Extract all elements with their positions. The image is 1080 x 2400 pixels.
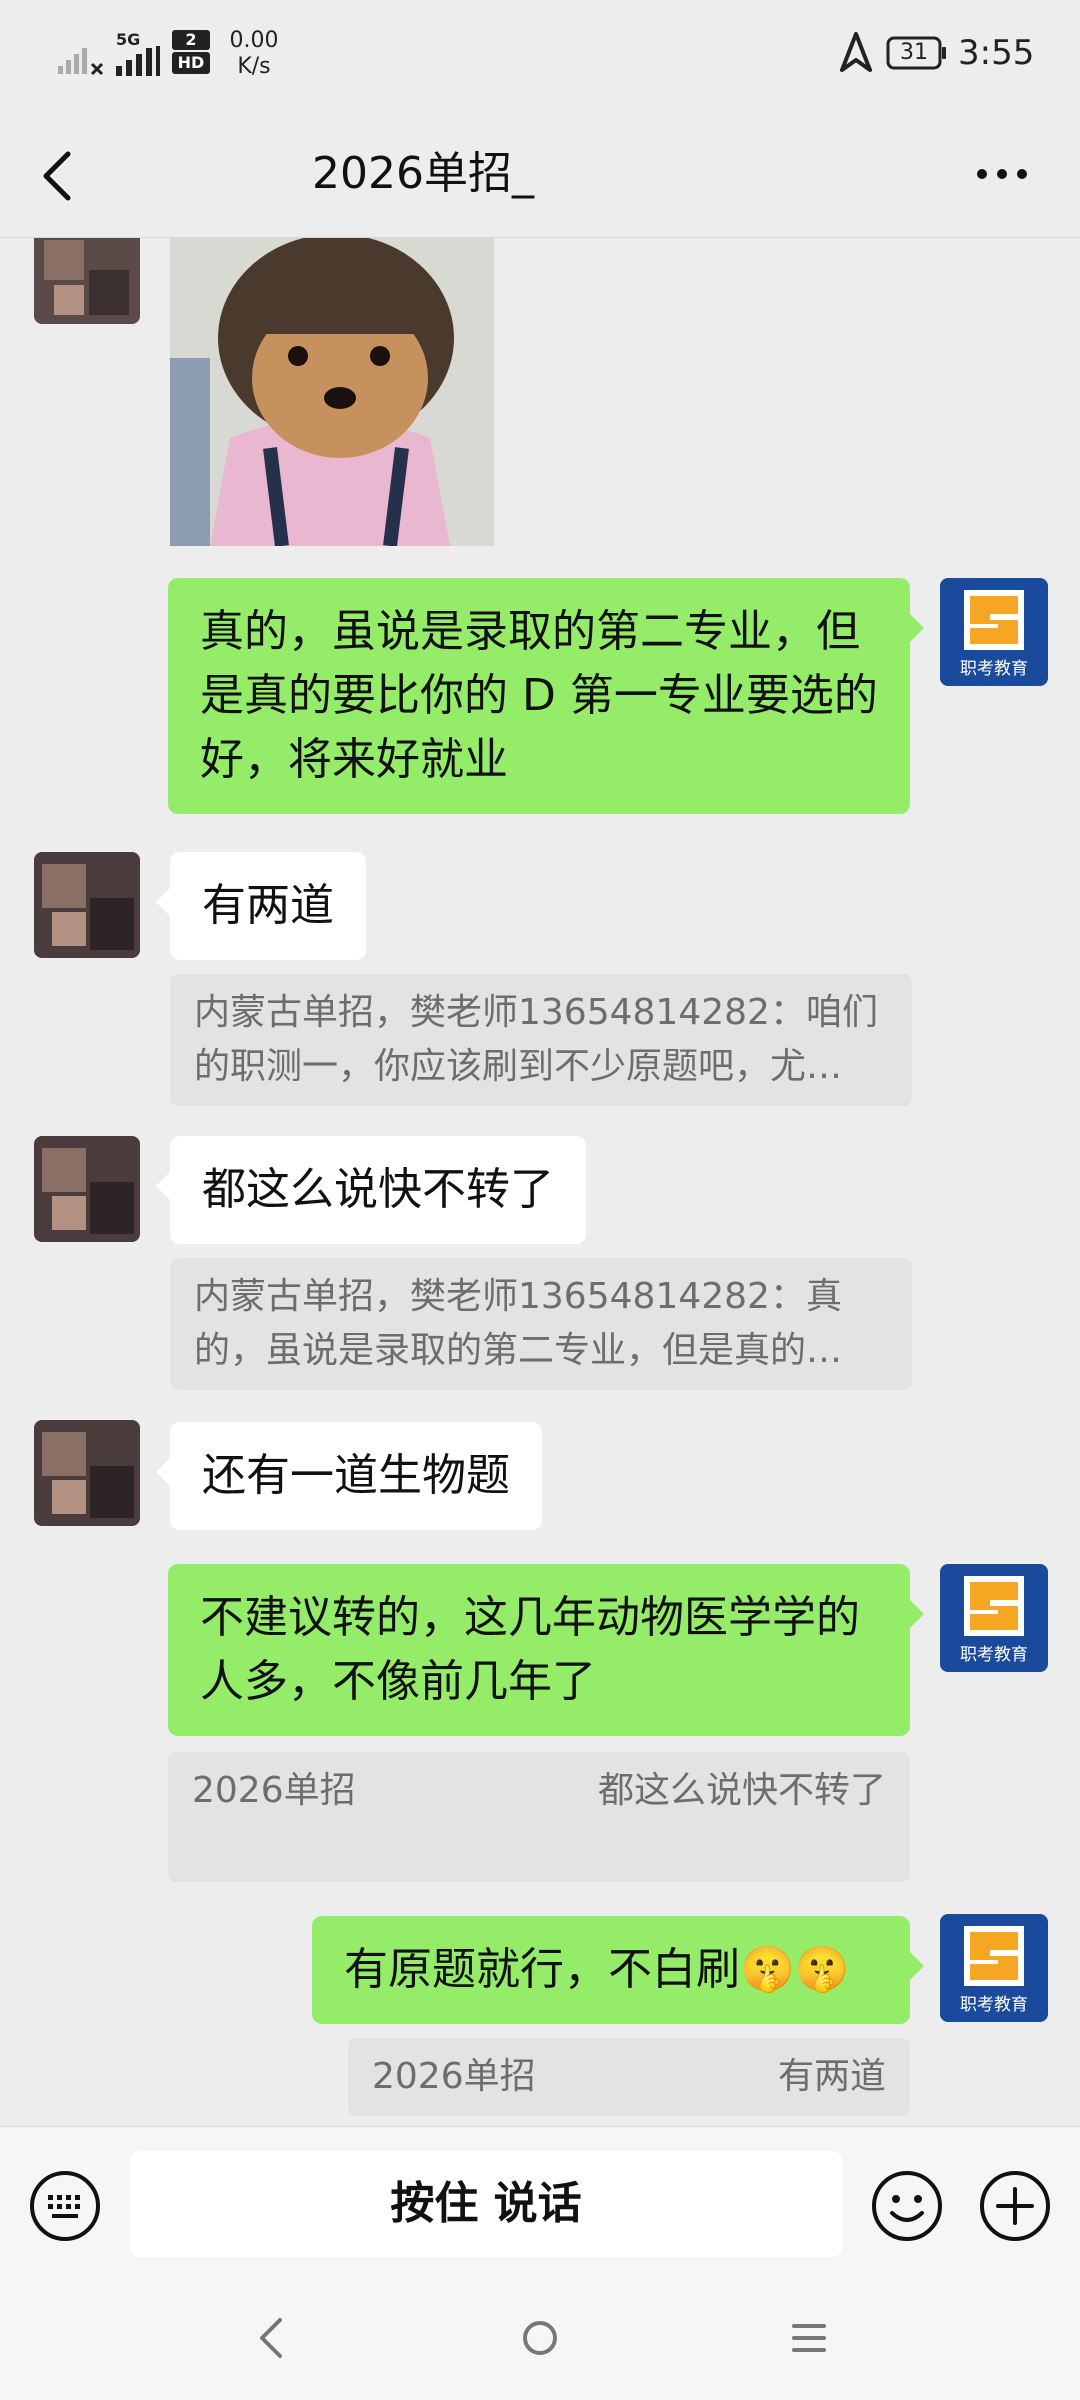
signal-disabled-icon	[58, 48, 104, 76]
message-text: 还有一道生物题	[202, 1450, 510, 1501]
hd-badge: 2 HD	[172, 30, 210, 74]
self-avatar[interactable]: 职考教育	[940, 578, 1048, 686]
emoji-icon[interactable]	[870, 2169, 944, 2243]
contact-avatar[interactable]	[34, 1136, 140, 1242]
quote-text: 都这么说快不转了	[597, 1770, 886, 1811]
message-bubble-other[interactable]: 都这么说快不转了	[156, 1136, 586, 1244]
contact-avatar[interactable]	[34, 852, 140, 958]
quote-text: 内蒙古单招，樊老师13654814282：咱们的职测一，你应该刷到不少原题吧，尤…	[194, 992, 878, 1087]
contact-avatar[interactable]	[34, 1420, 140, 1526]
message-bubble-self[interactable]: 有原题就行，不白刷🤫🤫	[312, 1916, 924, 2024]
plus-icon[interactable]	[978, 2169, 1052, 2243]
more-options-icon[interactable]	[974, 166, 1030, 182]
system-back-icon[interactable]	[256, 2316, 286, 2360]
dog-sticker-image[interactable]	[170, 238, 494, 546]
message-text: 有原题就行，不白刷🤫🤫	[344, 1944, 850, 1995]
network-speed: 0.00 K/s	[224, 28, 284, 80]
quote-sender: 2026单招	[192, 1770, 356, 1811]
input-bar: 按住 说话	[0, 2126, 1080, 2276]
message-bubble-other[interactable]: 还有一道生物题	[156, 1422, 542, 1530]
speed-value: 0.00	[229, 28, 279, 53]
quoted-message[interactable]: 2026单招 有两道	[348, 2038, 910, 2116]
system-home-icon[interactable]	[522, 2320, 558, 2356]
message-text: 不建议转的，这几年动物医学学的人多，不像前几年了	[200, 1592, 860, 1707]
clock: 3:55	[958, 33, 1035, 73]
message-bubble-self[interactable]: 不建议转的，这几年动物医学学的人多，不像前几年了	[168, 1564, 924, 1736]
signal-5g-icon: 5G	[114, 30, 162, 76]
logo-text: 职考教育	[960, 1995, 1028, 2015]
hold-to-talk-button[interactable]: 按住 说话	[130, 2151, 842, 2257]
battery-icon: 31	[886, 36, 948, 70]
message-bubble-other[interactable]: 有两道	[156, 852, 366, 960]
system-navigation-bar	[0, 2276, 1080, 2400]
self-avatar[interactable]: 职考教育	[940, 1564, 1048, 1672]
message-text: 都这么说快不转了	[202, 1164, 554, 1215]
quoted-message[interactable]: 内蒙古单招，樊老师13654814282：咱们的职测一，你应该刷到不少原题吧，尤…	[170, 974, 912, 1106]
battery-level: 31	[900, 40, 928, 65]
chat-title: 2026单招_	[312, 148, 534, 199]
speed-unit: K/s	[237, 54, 271, 79]
message-list[interactable]: 真的，虽说是录取的第二专业，但是真的要比你的 D 第一专业要选的好，将来好就业 …	[0, 238, 1080, 2126]
quote-text: 有两道	[777, 2056, 886, 2097]
chat-header: 2026单招_	[0, 110, 1080, 238]
logo-text: 职考教育	[960, 659, 1028, 679]
navigation-arrow-icon	[840, 32, 872, 72]
message-text: 有两道	[202, 880, 334, 931]
back-arrow-icon[interactable]	[38, 150, 78, 202]
system-recents-icon[interactable]	[792, 2322, 826, 2354]
contact-avatar[interactable]	[34, 238, 140, 324]
quoted-message[interactable]: 2026单招 都这么说快不转了	[168, 1752, 910, 1882]
quote-sender: 2026单招	[372, 2056, 536, 2097]
message-text: 真的，虽说是录取的第二专业，但是真的要比你的 D 第一专业要选的好，将来好就业	[200, 606, 878, 785]
quoted-message[interactable]: 内蒙古单招，樊老师13654814282：真的，虽说是录取的第二专业，但是真的…	[170, 1258, 912, 1390]
quote-text: 内蒙古单招，樊老师13654814282：真的，虽说是录取的第二专业，但是真的…	[194, 1276, 843, 1371]
logo-text: 职考教育	[960, 1645, 1028, 1665]
keyboard-icon[interactable]	[28, 2169, 102, 2243]
self-avatar[interactable]: 职考教育	[940, 1914, 1048, 2022]
status-bar: 5G 2 HD 0.00 K/s 31 3:55	[0, 0, 1080, 110]
message-bubble-self[interactable]: 真的，虽说是录取的第二专业，但是真的要比你的 D 第一专业要选的好，将来好就业	[168, 578, 924, 814]
